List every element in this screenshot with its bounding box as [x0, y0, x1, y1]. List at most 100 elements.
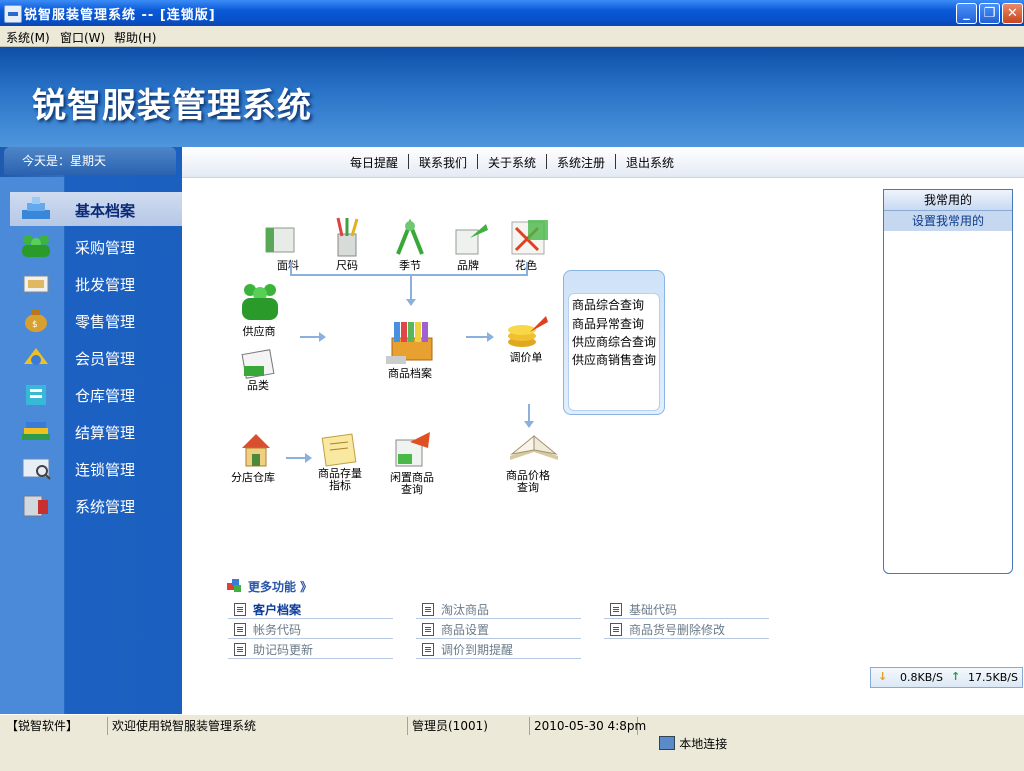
status-user: 管理员(1001) — [408, 717, 530, 735]
arrow-archive-to-price — [466, 332, 494, 342]
status-connection: 本地连接 — [638, 717, 778, 751]
price-query-icon[interactable] — [506, 428, 562, 464]
sidebar-item-label: 仓库管理 — [75, 387, 136, 405]
document-icon — [610, 623, 622, 636]
more-item-price-expiry-reminder[interactable]: 调价到期提醒 — [416, 639, 581, 659]
query-supplier-overview[interactable]: 供应商综合查询 — [572, 333, 656, 350]
category-label[interactable]: 品类 — [238, 380, 278, 392]
money-bag-icon: $ — [25, 309, 47, 332]
menu-help[interactable]: 帮助(H) — [114, 29, 156, 46]
size-label[interactable]: 尺码 — [326, 260, 368, 272]
link-separator — [546, 154, 547, 169]
set-favorites-button[interactable]: 设置我常用的 — [884, 211, 1012, 231]
price-query-label[interactable]: 商品价格 查询 — [498, 470, 558, 494]
today-label: 今天是：星期天 — [4, 147, 176, 175]
supplier-label[interactable]: 供应商 — [234, 326, 284, 338]
query-product-overview[interactable]: 商品综合查询 — [572, 296, 644, 313]
arrow-down-to-archive — [406, 276, 416, 306]
link-about[interactable]: 关于系统 — [488, 154, 536, 171]
season-icon[interactable] — [392, 218, 428, 258]
document-icon — [422, 643, 434, 656]
status-bar: 【锐智软件】 欢迎使用锐智服装管理系统 管理员(1001) 2010-05-30… — [0, 714, 1024, 751]
upload-speed: 17.5KB/S — [968, 671, 1018, 684]
member-card-icon — [24, 348, 48, 365]
sidebar: 今天是：星期天 基本档案 采购管理 批发管理 $ 零售管理 会员管理 仓库管理 … — [0, 147, 182, 714]
supplier-icon[interactable] — [238, 280, 282, 324]
link-register[interactable]: 系统注册 — [557, 154, 605, 171]
restore-button[interactable]: ❐ — [979, 3, 1000, 24]
link-exit[interactable]: 退出系统 — [626, 154, 674, 171]
branch-warehouse-label[interactable]: 分店仓库 — [226, 472, 280, 484]
sidebar-item-label: 系统管理 — [75, 498, 136, 516]
status-datetime: 2010-05-30 4:8pm — [530, 717, 646, 735]
fabric-icon[interactable] — [262, 222, 300, 258]
window-title: 锐智服装管理系统 -- [连锁版] — [24, 8, 216, 23]
stock-index-label[interactable]: 商品存量 指标 — [312, 468, 368, 492]
more-item-customer-archive[interactable]: 客户档案 — [228, 599, 393, 619]
more-item-label: 基础代码 — [629, 603, 678, 617]
sidebar-item-basic-archive[interactable]: 基本档案 — [10, 192, 182, 226]
product-archive-icon[interactable] — [384, 318, 440, 366]
sidebar-item-warehouse[interactable]: 仓库管理 — [10, 377, 182, 411]
sidebar-item-label: 结算管理 — [75, 424, 136, 442]
menu-bar: 系统(M) 窗口(W) 帮助(H) — [0, 26, 1024, 47]
arrow-warehouse-to-stock — [286, 453, 312, 463]
sidebar-item-system[interactable]: 系统管理 — [10, 488, 182, 522]
more-functions-title[interactable]: 更多功能 》 — [248, 578, 312, 595]
close-button[interactable]: ✕ — [1002, 3, 1023, 24]
sidebar-item-purchase[interactable]: 采购管理 — [10, 229, 182, 263]
tools-icon — [23, 495, 48, 517]
favorites-header: 我常用的 — [884, 190, 1012, 211]
upload-arrow-icon: ↑ — [951, 670, 961, 683]
idle-goods-icon[interactable] — [392, 428, 434, 470]
more-item-label: 帐务代码 — [253, 623, 302, 637]
query-supplier-sales[interactable]: 供应商销售查询 — [572, 351, 656, 368]
menu-system[interactable]: 系统(M) — [6, 29, 50, 46]
price-adjust-icon[interactable] — [504, 312, 550, 350]
fabric-label[interactable]: 面料 — [262, 260, 314, 272]
price-adjust-label[interactable]: 调价单 — [502, 352, 550, 364]
brand-label[interactable]: 品牌 — [448, 260, 488, 272]
arrow-down-to-price-query — [524, 404, 534, 428]
category-icon[interactable] — [240, 346, 278, 380]
sidebar-item-retail[interactable]: $ 零售管理 — [10, 303, 182, 337]
sidebar-item-wholesale[interactable]: 批发管理 — [10, 266, 182, 300]
price-query-label-line2: 查询 — [517, 481, 539, 494]
people-group-icon — [22, 235, 50, 257]
season-label[interactable]: 季节 — [388, 260, 432, 272]
link-separator — [408, 154, 409, 169]
more-item-obsolete-goods[interactable]: 淘汰商品 — [416, 599, 581, 619]
stock-index-label-line2: 指标 — [329, 479, 351, 492]
more-item-product-settings[interactable]: 商品设置 — [416, 619, 581, 639]
more-item-account-codes[interactable]: 帐务代码 — [228, 619, 393, 639]
link-daily-reminder[interactable]: 每日提醒 — [350, 154, 398, 171]
svg-text:$: $ — [32, 320, 38, 330]
document-icon — [234, 603, 246, 616]
sidebar-item-settlement[interactable]: 结算管理 — [10, 414, 182, 448]
network-speed-widget: ↓ 0.8KB/S ↑ 17.5KB/S — [870, 667, 1023, 688]
more-item-mnemonic-update[interactable]: 助记码更新 — [228, 639, 393, 659]
top-bracket-line — [290, 274, 528, 276]
sidebar-item-chain[interactable]: 连锁管理 — [10, 451, 182, 485]
top-bracket-left — [290, 262, 292, 276]
brand-icon[interactable] — [452, 220, 490, 258]
menu-window[interactable]: 窗口(W) — [60, 29, 105, 46]
more-item-sku-edit[interactable]: 商品货号删除修改 — [604, 619, 769, 639]
idle-goods-label[interactable]: 闲置商品 查询 — [384, 472, 440, 496]
app-icon[interactable] — [4, 5, 22, 23]
sidebar-item-label: 采购管理 — [75, 239, 136, 257]
link-contact-us[interactable]: 联系我们 — [419, 154, 467, 171]
minimize-button[interactable]: _ — [956, 3, 977, 24]
query-product-abnormal[interactable]: 商品异常查询 — [572, 315, 644, 332]
sidebar-item-member[interactable]: 会员管理 — [10, 340, 182, 374]
branch-warehouse-icon[interactable] — [238, 430, 274, 470]
link-separator — [477, 154, 478, 169]
title-bar: 锐智服装管理系统 -- [连锁版] _ ❐ ✕ — [0, 0, 1024, 26]
more-item-basic-codes[interactable]: 基础代码 — [604, 599, 769, 619]
product-archive-label[interactable]: 商品档案 — [380, 368, 440, 380]
size-icon[interactable] — [330, 216, 364, 258]
top-links-bar: 每日提醒 联系我们 关于系统 系统注册 退出系统 — [182, 147, 1024, 178]
pattern-icon[interactable] — [508, 218, 552, 258]
stock-index-icon[interactable] — [318, 430, 360, 468]
boxes-icon — [23, 275, 49, 293]
